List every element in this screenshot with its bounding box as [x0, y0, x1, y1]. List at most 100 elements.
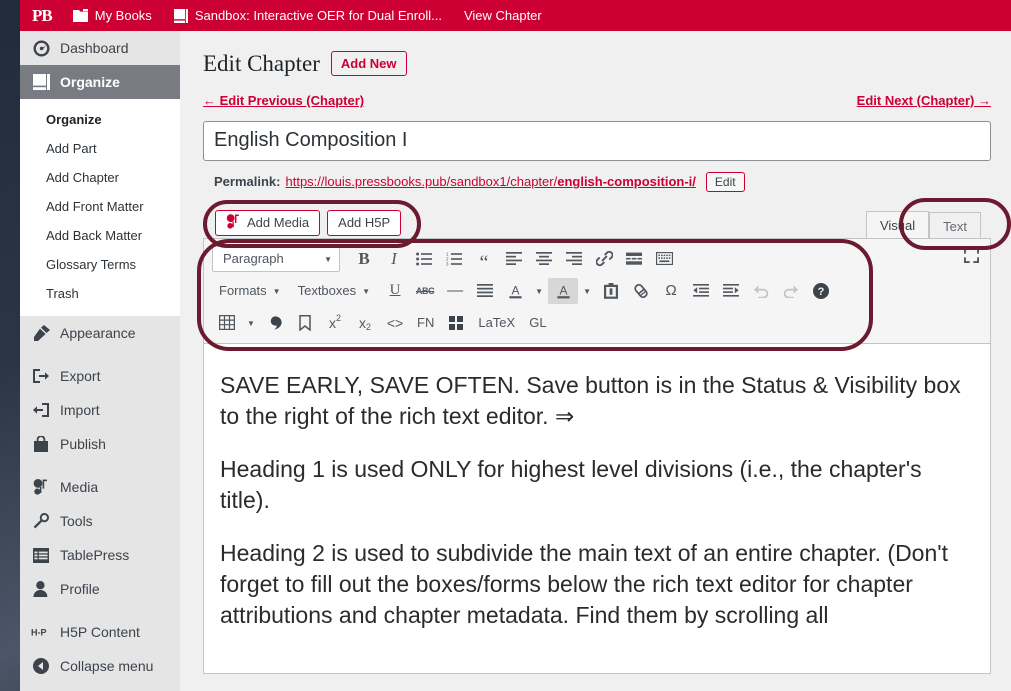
add-media-button[interactable]: Add Media	[215, 209, 321, 236]
insert-link-button[interactable]	[589, 246, 619, 272]
editor-paragraph: Heading 2 is used to subdivide the main …	[220, 540, 949, 629]
sidebar-subitem-add-chapter[interactable]: Add Chapter	[20, 163, 180, 192]
table-control[interactable]: ▼	[212, 310, 260, 336]
sidebar-subitem-glossary-terms[interactable]: Glossary Terms	[20, 250, 180, 279]
align-left-button[interactable]	[499, 246, 529, 272]
sidebar-item-collapse-menu[interactable]: Collapse menu	[20, 649, 180, 683]
wrench-icon	[31, 513, 51, 529]
sidebar-subitem-add-part[interactable]: Add Part	[20, 134, 180, 163]
sidebar-label-appearance: Appearance	[60, 325, 136, 341]
source-code-button[interactable]: <>	[380, 310, 410, 336]
fullscreen-icon[interactable]	[958, 243, 984, 269]
sidebar-label-tablepress: TablePress	[60, 547, 130, 563]
book-icon	[31, 74, 51, 90]
table-button[interactable]	[212, 310, 242, 336]
permalink-edit-button[interactable]: Edit	[705, 171, 745, 192]
text-color-dropdown-arrow[interactable]: ▼	[530, 278, 548, 304]
text-color-control[interactable]: A ▼	[500, 278, 548, 304]
sidebar-item-publish[interactable]: Publish	[20, 427, 180, 461]
sidebar-label-h5p-content: H5P Content	[60, 624, 140, 640]
footnote-button[interactable]	[260, 310, 290, 336]
editor-paragraph: Heading 1 is used ONLY for highest level…	[220, 455, 922, 514]
decrease-indent-button[interactable]	[686, 278, 716, 304]
sidebar-item-organize[interactable]: Organize	[20, 65, 180, 99]
underline-button[interactable]: U	[380, 278, 410, 304]
admin-bar-item-view-chapter[interactable]: View Chapter	[453, 0, 553, 31]
read-more-button[interactable]	[619, 246, 649, 272]
table-dropdown-arrow[interactable]: ▼	[242, 310, 260, 336]
permalink-row: Permalink: https://louis.pressbooks.pub/…	[203, 171, 991, 192]
bulleted-list-button[interactable]	[409, 246, 439, 272]
increase-indent-button[interactable]	[716, 278, 746, 304]
user-icon	[31, 581, 51, 597]
strikethrough-button[interactable]: ABC	[410, 278, 440, 304]
bookmark-icon[interactable]	[290, 310, 320, 336]
editor-paragraph: SAVE EARLY, SAVE OFTEN. Save button is i…	[220, 371, 961, 429]
bold-button[interactable]: B	[349, 246, 379, 272]
redo-button[interactable]	[776, 278, 806, 304]
justify-button[interactable]	[470, 278, 500, 304]
background-color-control[interactable]: A ▼	[548, 277, 596, 304]
sidebar-item-h5p-content[interactable]: H-P H5P Content	[20, 615, 180, 649]
sidebar-subitem-add-back-matter[interactable]: Add Back Matter	[20, 221, 180, 250]
numbered-list-button[interactable]: 123	[439, 246, 469, 272]
superscript-button[interactable]: x2	[320, 310, 350, 336]
background-color-button[interactable]: A	[548, 277, 579, 304]
sidebar-item-profile[interactable]: Profile	[20, 572, 180, 606]
grid-icon[interactable]	[441, 310, 471, 336]
paste-as-text-button[interactable]	[596, 278, 626, 304]
permalink-url[interactable]: https://louis.pressbooks.pub/sandbox1/ch…	[285, 174, 695, 189]
tab-text[interactable]: Text	[929, 211, 981, 241]
sidebar-subitem-trash[interactable]: Trash	[20, 279, 180, 308]
keyboard-shortcuts-button[interactable]	[649, 246, 679, 272]
admin-bar-item-my-books[interactable]: My Books	[62, 0, 163, 31]
help-button[interactable]: ?	[806, 278, 836, 304]
text-color-button[interactable]: A	[500, 278, 530, 304]
align-center-button[interactable]	[529, 246, 559, 272]
tab-visual[interactable]: Visual	[865, 210, 930, 241]
format-select[interactable]: Paragraph ▼	[212, 245, 340, 272]
sidebar-item-tools[interactable]: Tools	[20, 504, 180, 538]
editor-content-area[interactable]: SAVE EARLY, SAVE OFTEN. Save button is i…	[203, 343, 991, 674]
background-color-dropdown-arrow[interactable]: ▼	[578, 278, 596, 304]
special-character-button[interactable]: Ω	[656, 278, 686, 304]
undo-button[interactable]	[746, 278, 776, 304]
formats-menu[interactable]: Formats ▼	[212, 278, 287, 304]
sidebar-label-dashboard: Dashboard	[60, 40, 129, 56]
permalink-url-prefix: https://louis.pressbooks.pub/sandbox1/ch…	[285, 174, 558, 190]
align-right-button[interactable]	[559, 246, 589, 272]
subscript-button[interactable]: x2	[350, 310, 380, 336]
sidebar: Dashboard Organize Organize Add Part Add…	[20, 31, 180, 691]
pressbooks-logo[interactable]: PB	[20, 0, 62, 31]
admin-bar-label-view-chapter: View Chapter	[463, 8, 542, 23]
chapter-title-input[interactable]	[203, 120, 991, 161]
chevron-down-icon: ▼	[362, 286, 371, 296]
sidebar-item-import[interactable]: Import	[20, 393, 180, 427]
export-icon	[31, 368, 51, 384]
textboxes-menu[interactable]: Textboxes ▼	[291, 278, 376, 304]
horizontal-rule-button[interactable]: —	[440, 278, 470, 304]
h5p-icon: H-P	[31, 626, 51, 638]
add-new-button[interactable]: Add New	[330, 51, 407, 77]
editor-mode-tabs: Visual Text	[865, 210, 981, 241]
italic-button[interactable]: I	[379, 246, 409, 272]
glossary-button[interactable]: GL	[522, 310, 553, 336]
sidebar-item-export[interactable]: Export	[20, 359, 180, 393]
sidebar-subitem-add-front-matter[interactable]: Add Front Matter	[20, 192, 180, 221]
sidebar-item-dashboard[interactable]: Dashboard	[20, 31, 180, 65]
chevron-down-icon: ▼	[272, 286, 281, 296]
add-h5p-label: Add H5P	[338, 215, 391, 231]
sidebar-item-appearance[interactable]: Appearance	[20, 316, 180, 350]
sidebar-item-media[interactable]: Media	[20, 470, 180, 504]
add-h5p-button[interactable]: Add H5P	[327, 209, 402, 236]
admin-bar-item-book[interactable]: Sandbox: Interactive OER for Dual Enroll…	[163, 0, 453, 31]
latex-button[interactable]: LaTeX	[471, 310, 522, 336]
fn-button[interactable]: FN	[410, 310, 441, 336]
sidebar-label-media: Media	[60, 479, 99, 495]
sidebar-subitem-organize[interactable]: Organize	[20, 105, 180, 134]
blockquote-button[interactable]: “	[469, 246, 499, 273]
sidebar-item-tablepress[interactable]: TablePress	[20, 538, 180, 572]
edit-next-chapter-link[interactable]: Edit Next (Chapter) →	[857, 93, 991, 108]
edit-previous-chapter-link[interactable]: ← Edit Previous (Chapter)	[203, 93, 364, 108]
clear-formatting-button[interactable]	[626, 278, 656, 304]
